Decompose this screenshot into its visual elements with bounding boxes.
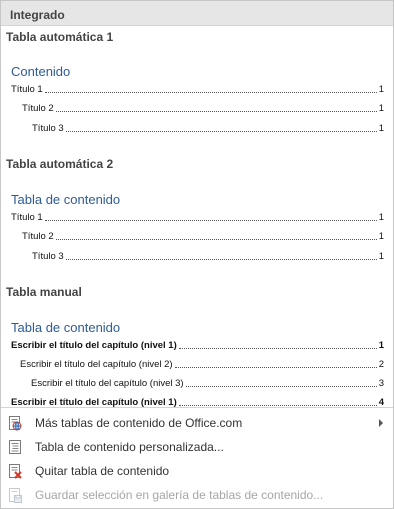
menu-item-label: Tabla de contenido personalizada... <box>35 440 224 454</box>
toc-line-text: Título 1 <box>11 212 43 223</box>
toc-line-text: Escribir el título del capítulo (nivel 1… <box>11 397 177 407</box>
toc-line-page: 1 <box>378 212 384 223</box>
toc-preview-line: Título 1 1 <box>11 83 384 95</box>
menu-item-label: Guardar selección en galería de tablas d… <box>35 488 324 502</box>
toc-gallery: Tabla automática 1 Contenido Título 1 1 T… <box>1 26 393 407</box>
menu-item-more-toc-office[interactable]: Más tablas de contenido de Office.com <box>1 412 393 435</box>
toc-leader <box>178 405 377 406</box>
office-toc-icon <box>7 415 23 431</box>
toc-line-text: Escribir el título del capítulo (nivel 2… <box>20 359 173 370</box>
toc-line-page: 1 <box>378 84 384 95</box>
menu-item-label: Quitar tabla de contenido <box>35 464 170 478</box>
toc-line-page: 3 <box>378 378 384 389</box>
menu-item-label: Más tablas de contenido de Office.com <box>35 416 243 430</box>
gallery-header-integrado: Integrado <box>1 1 393 26</box>
custom-toc-icon <box>7 439 23 455</box>
toc-leader <box>65 131 377 132</box>
toc-line-page: 1 <box>378 231 384 242</box>
submenu-arrow-icon <box>379 419 383 427</box>
toc-line-page: 2 <box>378 359 384 370</box>
toc-preview-heading: Contenido <box>11 64 71 79</box>
toc-preview-heading: Tabla de contenido <box>11 320 121 335</box>
toc-preview-line: Título 3 1 <box>32 122 384 134</box>
toc-leader <box>174 367 377 368</box>
toc-line-text: Título 1 <box>11 84 43 95</box>
toc-line-page: 1 <box>378 103 384 114</box>
toc-leader <box>178 348 377 349</box>
remove-toc-icon <box>7 463 23 479</box>
toc-leader <box>65 259 377 260</box>
toc-line-page: 1 <box>378 340 384 351</box>
toc-line-text: Título 3 <box>32 123 64 134</box>
toc-preview-line: Título 2 1 <box>22 230 384 242</box>
toc-line-page: 1 <box>378 123 384 134</box>
menu-item-save-selection-gallery[interactable]: Guardar selección en galería de tablas d… <box>1 484 393 507</box>
toc-preview-heading: Tabla de contenido <box>11 192 121 207</box>
toc-option-tabla-automatica-2[interactable]: Tabla de contenido Título 1 1 Título 2 1 T… <box>1 176 393 268</box>
group-title-tabla-automatica-2: Tabla automática 2 <box>6 157 114 171</box>
save-toc-gallery-icon <box>7 487 23 503</box>
toc-line-text: Escribir el título del capítulo (nivel 1… <box>11 340 177 351</box>
toc-preview-line: Título 1 1 <box>11 211 384 223</box>
toc-preview-line: Escribir el título del capítulo (nivel 1… <box>11 396 384 407</box>
toc-preview-line: Escribir el título del capítulo (nivel 1… <box>11 339 384 351</box>
toc-preview-line: Título 2 1 <box>22 102 384 114</box>
toc-preview-line: Escribir el título del capítulo (nivel 2… <box>20 358 384 370</box>
toc-leader <box>55 111 377 112</box>
toc-leader <box>44 92 377 93</box>
toc-leader <box>185 386 377 387</box>
toc-line-page: 4 <box>378 397 384 407</box>
toc-line-page: 1 <box>378 251 384 262</box>
toc-line-text: Escribir el título del capítulo (nivel 3… <box>31 378 184 389</box>
toc-leader <box>55 239 377 240</box>
toc-dropdown-panel: Integrado Tabla automática 1 Contenido T… <box>0 0 394 509</box>
menu-item-remove-toc[interactable]: Quitar tabla de contenido <box>1 460 393 483</box>
toc-preview-line: Escribir el título del capítulo (nivel 3… <box>31 377 384 389</box>
menu-separator <box>1 407 393 408</box>
menu-item-custom-toc[interactable]: Tabla de contenido personalizada... <box>1 436 393 459</box>
toc-option-tabla-manual[interactable]: Tabla de contenido Escribir el título de… <box>1 304 393 407</box>
toc-option-tabla-automatica-1[interactable]: Contenido Título 1 1 Título 2 1 Título 3 1 <box>1 48 393 140</box>
toc-leader <box>44 220 377 221</box>
toc-preview-line: Título 3 1 <box>32 250 384 262</box>
group-title-tabla-manual: Tabla manual <box>6 285 82 299</box>
toc-line-text: Título 3 <box>32 251 64 262</box>
toc-line-text: Título 2 <box>22 103 54 114</box>
group-title-tabla-automatica-1: Tabla automática 1 <box>6 30 114 44</box>
toc-line-text: Título 2 <box>22 231 54 242</box>
